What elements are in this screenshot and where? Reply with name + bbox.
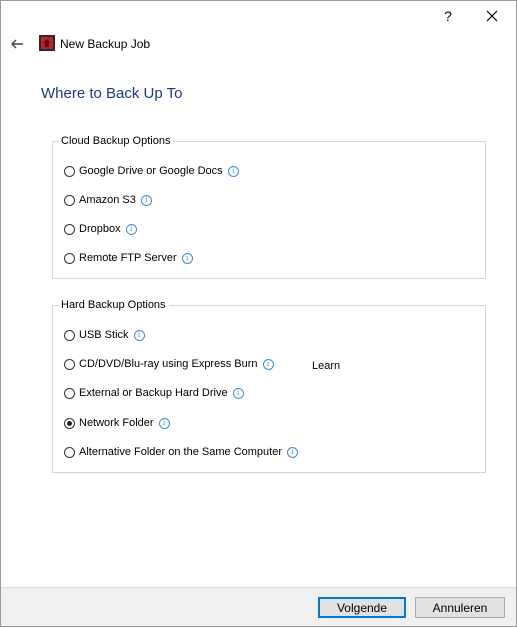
- option-usb-stick[interactable]: USB Stick i: [64, 327, 145, 343]
- option-label: Google Drive or Google Docs: [79, 165, 223, 177]
- info-icon[interactable]: i: [181, 252, 193, 264]
- group-legend: Hard Backup Options: [59, 299, 169, 311]
- app-logo-icon: [39, 35, 55, 51]
- radio-button[interactable]: [64, 165, 75, 177]
- option-alternative-folder[interactable]: Alternative Folder on the Same Computer …: [64, 444, 298, 460]
- radio-button[interactable]: [64, 194, 75, 206]
- option-label: Alternative Folder on the Same Computer: [79, 446, 282, 458]
- info-icon[interactable]: i: [227, 165, 239, 177]
- option-google-drive[interactable]: Google Drive or Google Docs i: [64, 163, 239, 179]
- learn-link[interactable]: Learn: [312, 360, 340, 372]
- option-dropbox[interactable]: Dropbox i: [64, 221, 137, 237]
- info-icon[interactable]: i: [158, 417, 170, 429]
- arrow-left-icon[interactable]: [9, 36, 25, 52]
- option-label: Network Folder: [79, 417, 154, 429]
- cancel-button[interactable]: Annuleren: [415, 597, 505, 618]
- help-label: ?: [444, 8, 452, 24]
- option-label: CD/DVD/Blu-ray using Express Burn: [79, 358, 258, 370]
- option-label: External or Backup Hard Drive: [79, 387, 228, 399]
- dialog-window: ? New Backup Job Where to Back Up To Clo…: [0, 0, 517, 627]
- window-title: New Backup Job: [60, 37, 151, 51]
- radio-button[interactable]: [64, 252, 75, 264]
- option-label: Amazon S3: [79, 194, 136, 206]
- info-icon[interactable]: i: [287, 446, 298, 458]
- title-bar: ?: [1, 1, 516, 31]
- radio-button[interactable]: [64, 387, 75, 399]
- option-network-folder[interactable]: Network Folder i: [64, 415, 170, 431]
- radio-button[interactable]: [64, 446, 75, 458]
- option-amazon-s3[interactable]: Amazon S3 i: [64, 192, 152, 208]
- option-remote-ftp[interactable]: Remote FTP Server i: [64, 250, 193, 266]
- close-icon: [486, 10, 498, 22]
- radio-button[interactable]: [64, 358, 75, 370]
- page-title: Where to Back Up To: [41, 85, 183, 102]
- next-button[interactable]: Volgende: [318, 597, 406, 618]
- option-label: Dropbox: [79, 223, 121, 235]
- option-external-drive[interactable]: External or Backup Hard Drive i: [64, 385, 244, 401]
- info-icon[interactable]: i: [133, 329, 145, 341]
- close-button[interactable]: [469, 1, 515, 31]
- nav-row: New Backup Job: [1, 31, 516, 57]
- info-icon[interactable]: i: [125, 223, 137, 235]
- option-cd-dvd[interactable]: CD/DVD/Blu-ray using Express Burn i: [64, 356, 274, 372]
- option-label: Remote FTP Server: [79, 252, 177, 264]
- group-legend: Cloud Backup Options: [59, 135, 174, 147]
- footer-bar: Volgende Annuleren: [1, 587, 516, 626]
- radio-button[interactable]: [64, 223, 75, 235]
- info-icon[interactable]: i: [232, 387, 244, 399]
- info-icon[interactable]: i: [140, 194, 152, 206]
- option-label: USB Stick: [79, 329, 129, 341]
- help-button[interactable]: ?: [425, 1, 471, 31]
- info-icon[interactable]: i: [262, 358, 274, 370]
- radio-button[interactable]: [64, 329, 75, 341]
- radio-button-selected[interactable]: [64, 417, 75, 429]
